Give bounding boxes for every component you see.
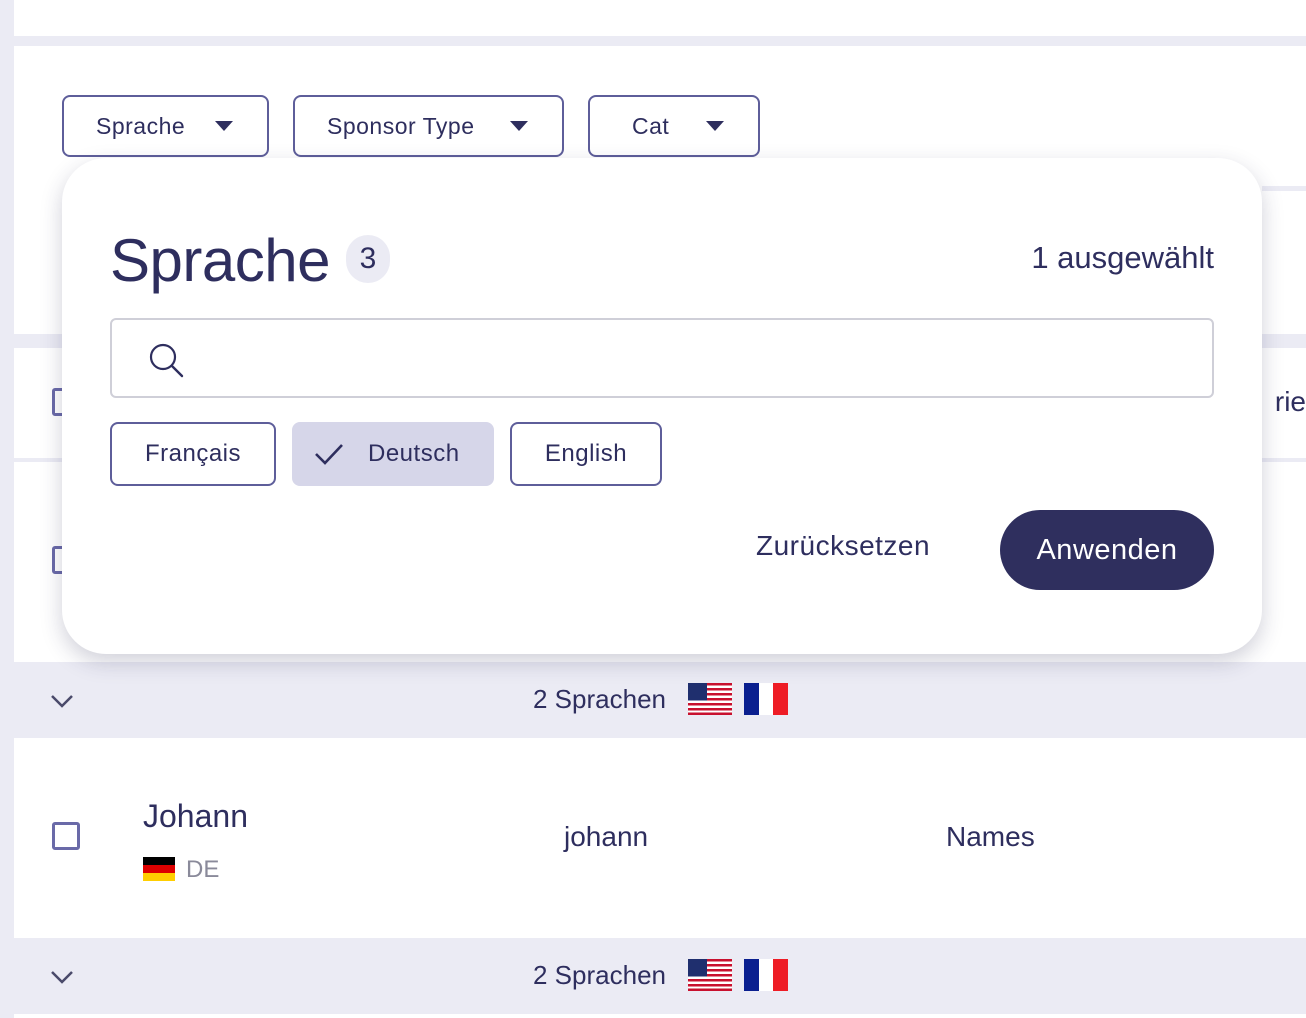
chip-label: Deutsch xyxy=(368,440,460,467)
us-flag-icon xyxy=(688,683,732,715)
search-field[interactable] xyxy=(110,318,1214,398)
option-count-badge: 3 xyxy=(346,235,390,283)
caret-down-icon xyxy=(215,121,233,131)
filter-cat-button[interactable]: Cat xyxy=(588,95,760,157)
divider xyxy=(14,36,1306,46)
filter-label: Sponsor Type xyxy=(327,112,475,139)
left-rail xyxy=(0,0,14,1018)
row-lang-code: DE xyxy=(186,856,220,883)
fr-flag-icon xyxy=(744,959,788,991)
row-category: Names xyxy=(946,821,1035,852)
divider xyxy=(1262,186,1306,191)
check-icon xyxy=(315,444,343,465)
row-key: johann xyxy=(564,821,649,852)
column-header-partial: rie xyxy=(1274,386,1306,417)
popover-title: Sprache xyxy=(110,227,330,294)
apply-label: Anwenden xyxy=(1036,533,1178,566)
filter-label: Cat xyxy=(632,112,670,139)
option-chip-deutsch[interactable]: Deutsch xyxy=(292,422,494,486)
caret-down-icon xyxy=(510,121,528,131)
option-chip-english[interactable]: English xyxy=(510,422,662,486)
search-icon xyxy=(149,343,184,378)
top-card xyxy=(14,0,1306,36)
us-flag-icon xyxy=(688,959,732,991)
chip-label: English xyxy=(544,440,628,467)
languages-subrow: 2 Sprachen xyxy=(14,662,1306,738)
chip-label: Français xyxy=(144,440,242,467)
filter-sponsor-type-button[interactable]: Sponsor Type xyxy=(293,95,564,157)
selected-count: 1 ausgewählt xyxy=(1031,240,1214,275)
caret-down-icon xyxy=(706,121,724,131)
option-chip-francais[interactable]: Français xyxy=(110,422,276,486)
row-checkbox[interactable] xyxy=(52,822,80,850)
table-row[interactable] xyxy=(14,738,1306,938)
fr-flag-icon xyxy=(744,683,788,715)
reset-button[interactable]: Zurücksetzen xyxy=(756,530,930,562)
chevron-down-icon[interactable] xyxy=(50,970,74,984)
search-input[interactable] xyxy=(198,320,1192,398)
de-flag-icon xyxy=(143,857,175,881)
languages-summary: 2 Sprachen xyxy=(533,684,666,714)
filter-sprache-button[interactable]: Sprache xyxy=(62,95,269,157)
row-name: Johann xyxy=(143,798,248,834)
apply-button[interactable]: Anwenden xyxy=(1000,510,1214,590)
filter-label: Sprache xyxy=(96,112,186,139)
languages-subrow: 2 Sprachen xyxy=(14,938,1306,1014)
languages-summary: 2 Sprachen xyxy=(533,960,666,990)
chevron-down-icon[interactable] xyxy=(50,694,74,708)
